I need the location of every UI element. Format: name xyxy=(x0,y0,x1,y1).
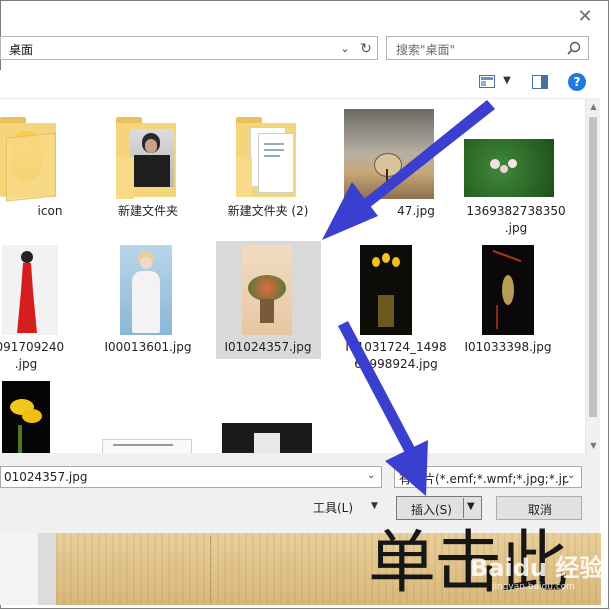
image-item[interactable] xyxy=(96,439,200,453)
view-options-icon[interactable] xyxy=(479,75,495,88)
search-icon[interactable] xyxy=(565,40,583,58)
image-thumbnail xyxy=(482,245,534,335)
cancel-button[interactable]: 取消 xyxy=(496,496,582,520)
image-thumbnail xyxy=(2,245,58,335)
folder-icon xyxy=(236,117,300,199)
image-item[interactable] xyxy=(0,381,80,453)
file-list: icon 新建文件夹 新建文件夹 (2) 47.jpg 136938273835… xyxy=(0,99,585,453)
file-name: I01031724_1498 6h998924.jpg xyxy=(345,340,447,371)
image-item[interactable]: 47.jpg xyxy=(336,107,440,227)
file-name: 新建文件夹 xyxy=(117,204,178,218)
view-dropdown-icon[interactable]: ▼ xyxy=(501,73,513,89)
image-thumbnail xyxy=(120,245,172,335)
filename-field[interactable]: 01024357.jpg ⌄ xyxy=(0,466,382,488)
image-item[interactable]: 4091709240 .jpg xyxy=(0,243,80,371)
scroll-up-icon[interactable]: ▲ xyxy=(586,99,601,114)
split-divider xyxy=(463,498,464,518)
filetype-value: 有图片(*.emf;*.wmf;*.jpg;*.jp xyxy=(399,472,570,486)
folder-icon xyxy=(0,117,56,202)
image-thumbnail xyxy=(360,245,412,335)
image-thumbnail xyxy=(242,245,292,335)
search-box[interactable]: 搜索"桌面" xyxy=(386,36,589,60)
folder-item[interactable]: 新建文件夹 (2) xyxy=(216,107,320,227)
scroll-down-icon[interactable]: ▼ xyxy=(586,438,601,453)
image-thumbnail xyxy=(102,439,192,453)
file-name: I01024357.jpg xyxy=(224,340,312,354)
chevron-down-icon[interactable]: ⌄ xyxy=(367,470,379,481)
folder-item[interactable]: 新建文件夹 xyxy=(96,107,200,227)
vertical-scrollbar[interactable]: ▲ ▼ xyxy=(585,99,600,453)
filetype-select[interactable]: 有图片(*.emf;*.wmf;*.jpg;*.jp ⌄ xyxy=(394,466,582,488)
address-bar[interactable]: 桌面 ⌄ ↻ xyxy=(0,36,378,60)
insert-button[interactable]: 插入(S) ▼ xyxy=(396,496,482,520)
search-input[interactable]: 搜索"桌面" xyxy=(396,41,455,58)
dialog-footer xyxy=(0,453,600,533)
image-item[interactable] xyxy=(216,423,320,453)
chevron-down-icon[interactable]: ⌄ xyxy=(337,41,353,57)
image-thumbnail xyxy=(222,423,312,453)
image-item[interactable]: 1369382738350 .jpg xyxy=(456,107,566,235)
cancel-label: 取消 xyxy=(527,503,552,517)
refresh-icon[interactable]: ↻ xyxy=(357,40,375,58)
folder-icon xyxy=(114,117,178,199)
document-ruler xyxy=(38,533,56,605)
folder-item[interactable]: icon xyxy=(0,107,76,227)
file-name: I00013601.jpg xyxy=(104,340,192,354)
image-item[interactable]: I01031724_1498 6h998924.jpg xyxy=(336,243,447,371)
file-name: 4091709240 .jpg xyxy=(0,340,65,371)
file-name: 1369382738350 .jpg xyxy=(466,204,566,235)
image-item-selected[interactable]: I01024357.jpg xyxy=(216,241,321,359)
address-path: 桌面 xyxy=(9,43,34,57)
image-thumbnail xyxy=(464,139,554,197)
preview-pane-icon[interactable] xyxy=(532,75,548,89)
file-name: I01033398.jpg xyxy=(464,340,552,354)
image-item[interactable]: I00013601.jpg xyxy=(96,243,200,361)
insert-label: 插入(S) xyxy=(411,503,452,517)
image-thumbnail xyxy=(344,109,434,199)
watermark-logo: Baidu 经验 xyxy=(470,554,604,582)
scroll-thumb[interactable] xyxy=(589,117,597,417)
image-thumbnail xyxy=(2,381,50,453)
file-name: 新建文件夹 (2) xyxy=(227,204,309,218)
tools-dropdown-icon[interactable]: ▼ xyxy=(371,501,378,511)
chevron-down-icon[interactable]: ⌄ xyxy=(567,470,579,481)
guide-line xyxy=(210,536,212,602)
close-icon[interactable]: ✕ xyxy=(574,6,596,28)
help-icon[interactable]: ? xyxy=(568,73,586,91)
insert-dropdown-icon[interactable]: ▼ xyxy=(467,501,475,512)
image-item[interactable]: I01033398.jpg xyxy=(456,243,560,361)
toolbar: ▼ ? xyxy=(0,70,600,99)
filename-input[interactable]: 01024357.jpg xyxy=(4,470,87,484)
watermark-url: jingyan.baidu.com xyxy=(492,582,576,592)
